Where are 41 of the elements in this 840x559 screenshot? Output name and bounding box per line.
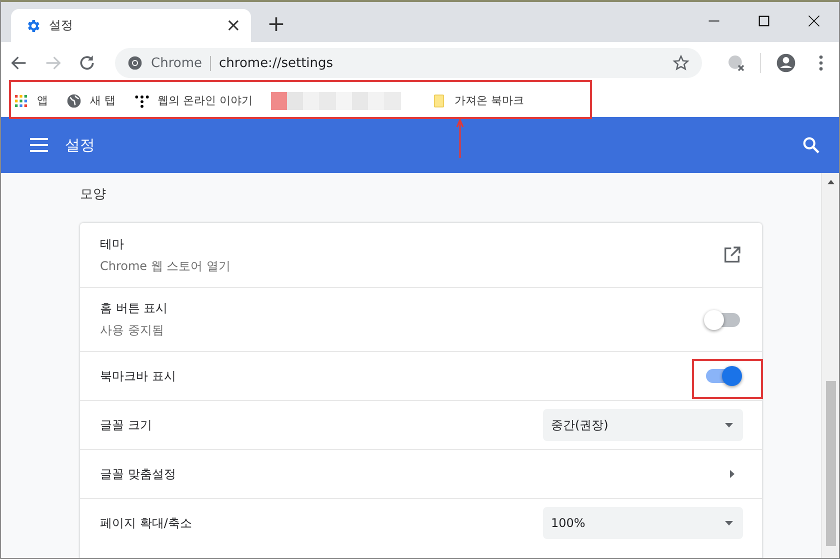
toggle-switch[interactable] <box>706 369 740 383</box>
tab-title: 설정 <box>49 17 74 34</box>
bookmark-item[interactable]: 웹의 온라인 이야기 <box>134 92 252 108</box>
chrome-logo-icon <box>127 55 143 71</box>
setting-label: 글꼴 크기 <box>100 416 153 434</box>
external-link-icon[interactable] <box>722 245 742 265</box>
highlight-frame <box>692 359 763 399</box>
bookmark-item[interactable]: 새 탭 <box>66 92 116 108</box>
dots-icon <box>134 92 150 108</box>
setting-label: 테마 <box>100 236 125 252</box>
section-title: 모양 <box>80 186 107 204</box>
setting-description: Chrome 웹 스토어 열기 <box>100 258 232 274</box>
close-icon[interactable] <box>807 14 821 28</box>
gear-icon <box>25 18 41 34</box>
scrollbar-thumb[interactable] <box>826 381 836 546</box>
setting-label: 홈 버튼 표시 <box>100 300 169 317</box>
close-tab-button[interactable]: × <box>226 16 241 34</box>
scrollbar[interactable] <box>821 173 839 558</box>
setting-label: 글꼴 맞춤설정 <box>100 466 177 482</box>
new-tab-button[interactable]: + <box>267 14 286 36</box>
scroll-up-icon[interactable] <box>826 177 836 187</box>
site-label: Chrome <box>151 56 211 70</box>
arrow-icon <box>455 119 465 159</box>
search-icon[interactable] <box>801 135 821 155</box>
setting-description: 사용 중지됨 <box>100 322 165 339</box>
dropdown-select[interactable]: 100% <box>543 507 743 539</box>
globe-icon <box>66 92 82 108</box>
url-text: chrome://settings <box>219 56 334 70</box>
bookmark-item[interactable]: 가져온 북마크 <box>430 92 524 108</box>
apps-grid-icon <box>13 92 29 108</box>
toggle-switch[interactable] <box>706 312 740 326</box>
dropdown-select[interactable]: 중간(권장) <box>543 409 743 441</box>
account-icon[interactable] <box>775 52 797 74</box>
maximize-icon[interactable] <box>757 14 771 28</box>
browser-tab[interactable]: 설정 × <box>11 9 251 42</box>
setting-label: 북마크바 표시 <box>100 368 177 384</box>
setting-label: 페이지 확대/축소 <box>100 514 193 532</box>
bookmark-item[interactable]: 앱 <box>13 92 48 108</box>
page-title: 설정 <box>65 136 96 154</box>
address-bar[interactable]: Chrome chrome://settings <box>115 48 702 78</box>
star-icon[interactable] <box>672 54 690 72</box>
